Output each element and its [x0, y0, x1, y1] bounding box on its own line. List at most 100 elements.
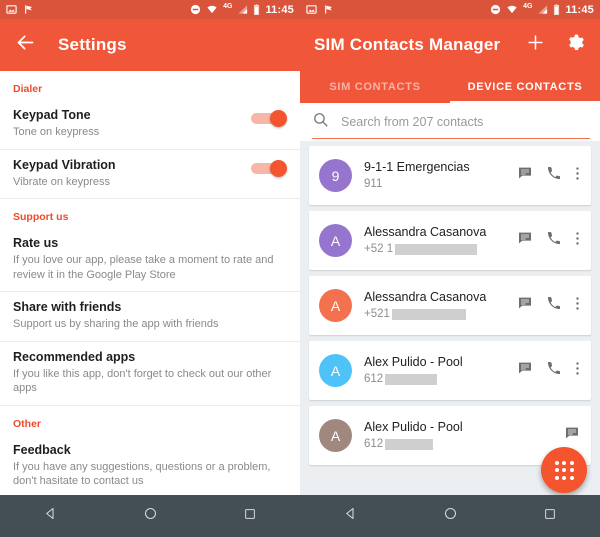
- avatar: A: [319, 419, 352, 452]
- back-button[interactable]: [14, 34, 36, 56]
- image-notification-icon: [6, 4, 17, 15]
- search-input[interactable]: Search from 207 contacts: [341, 115, 483, 129]
- tab-sim-contacts[interactable]: SIM CONTACTS: [300, 71, 450, 103]
- setting-title: Keypad Tone: [13, 108, 91, 122]
- message-button[interactable]: [564, 425, 580, 446]
- status-bar-right: 4G 11:45: [300, 0, 600, 19]
- contact-row[interactable]: A Alessandra Casanova +521: [309, 276, 591, 335]
- call-button[interactable]: [546, 165, 562, 186]
- keypad-tone-toggle[interactable]: [251, 110, 287, 127]
- avatar-initial: A: [330, 362, 341, 379]
- circle-home-icon: [143, 506, 158, 526]
- avatar: A: [319, 224, 352, 257]
- call-button[interactable]: [546, 360, 562, 381]
- status-bar-notifications: [6, 4, 34, 15]
- overflow-button[interactable]: [575, 295, 580, 317]
- avatar-initial: A: [330, 427, 341, 444]
- setting-title: Rate us: [13, 236, 59, 250]
- overflow-icon: [575, 165, 580, 187]
- tab-device-contacts[interactable]: DEVICE CONTACTS: [450, 71, 600, 103]
- call-button[interactable]: [546, 230, 562, 251]
- nav-home-button[interactable]: [133, 499, 167, 533]
- contact-number: +52 1: [364, 243, 394, 255]
- nav-home-button[interactable]: [433, 499, 467, 533]
- toggle-thumb: [270, 110, 287, 127]
- setting-title: Keypad Vibration: [13, 157, 116, 172]
- contact-number-wrap: 911: [364, 177, 517, 192]
- dialpad-fab[interactable]: [541, 447, 587, 493]
- nav-back-button[interactable]: [333, 499, 367, 533]
- network-type-label: 4G: [223, 3, 233, 10]
- nav-back-button[interactable]: [33, 499, 67, 533]
- setting-row-keypad-vibration[interactable]: Keypad Vibration Vibrate on keypress: [0, 150, 300, 199]
- avatar: A: [319, 289, 352, 322]
- contact-name: Alex Pulido - Pool: [364, 420, 463, 434]
- contact-number-wrap: +52 1: [364, 242, 517, 257]
- contact-number: 911: [364, 178, 383, 190]
- contact-actions: [517, 165, 580, 187]
- search-bar[interactable]: Search from 207 contacts: [300, 103, 600, 141]
- gear-icon: [566, 33, 585, 57]
- contact-row[interactable]: A Alessandra Casanova +52 1: [309, 211, 591, 270]
- android-nav-bar-left: [0, 495, 300, 537]
- network-type-label: 4G: [523, 3, 533, 10]
- setting-row-keypad-tone[interactable]: Keypad Tone Tone on keypress: [0, 100, 300, 149]
- contact-number: +521: [364, 308, 390, 320]
- plus-icon: [526, 33, 545, 57]
- message-button[interactable]: [517, 230, 533, 251]
- setting-row-share-with-friends[interactable]: Share with friends Support us by sharing…: [0, 292, 300, 341]
- avatar: 9: [319, 159, 352, 192]
- flag-notification-icon: [24, 4, 34, 15]
- message-icon: [517, 230, 533, 251]
- status-bar-system-icons: 4G 11:45: [490, 3, 594, 16]
- nav-recents-button[interactable]: [533, 499, 567, 533]
- avatar-initial: 9: [331, 167, 340, 184]
- setting-row-feedback[interactable]: Feedback If you have any suggestions, qu…: [0, 435, 300, 498]
- contact-actions: [517, 295, 580, 317]
- setting-row-rate-us[interactable]: Rate us If you love our app, please take…: [0, 228, 300, 291]
- circle-home-icon: [443, 506, 458, 526]
- message-icon: [517, 295, 533, 316]
- wifi-icon: [506, 4, 518, 15]
- status-bar-clock: 11:45: [265, 3, 294, 16]
- setting-subtitle: If you like this app, don't forget to ch…: [13, 367, 272, 395]
- redacted-number-bar: [385, 439, 434, 450]
- section-header-dialer: Dialer: [13, 83, 43, 95]
- status-bar-clock: 11:45: [565, 3, 594, 16]
- overflow-icon: [575, 360, 580, 382]
- message-button[interactable]: [517, 360, 533, 381]
- message-button[interactable]: [517, 165, 533, 186]
- add-contact-button[interactable]: [524, 34, 546, 56]
- settings-button[interactable]: [564, 34, 586, 56]
- overflow-button[interactable]: [575, 230, 580, 252]
- setting-subtitle: Vibrate on keypress: [13, 175, 111, 188]
- message-button[interactable]: [517, 295, 533, 316]
- contact-name: Alex Pulido - Pool: [364, 355, 463, 369]
- triangle-back-icon: [43, 506, 58, 526]
- triangle-back-icon: [343, 506, 358, 526]
- signal-icon: [237, 4, 248, 15]
- nav-recents-button[interactable]: [233, 499, 267, 533]
- setting-subtitle: Tone on keypress: [13, 126, 100, 138]
- status-bar-left: 4G 11:45: [0, 0, 300, 19]
- contact-row[interactable]: 9 9-1-1 Emergencias 911: [309, 146, 591, 205]
- redacted-number-bar: [385, 374, 438, 385]
- overflow-button[interactable]: [575, 165, 580, 187]
- call-icon: [546, 230, 562, 251]
- overflow-button[interactable]: [575, 360, 580, 382]
- contact-row[interactable]: A Alex Pulido - Pool 612: [309, 341, 591, 400]
- arrow-left-icon: [15, 32, 36, 58]
- call-button[interactable]: [546, 295, 562, 316]
- battery-icon: [553, 4, 560, 15]
- message-icon: [517, 165, 533, 186]
- keypad-vibration-toggle[interactable]: [251, 159, 287, 177]
- page-title: Settings: [58, 35, 127, 54]
- setting-row-recommended-apps[interactable]: Recommended apps If you like this app, d…: [0, 342, 300, 405]
- app-title: SIM Contacts Manager: [314, 35, 501, 54]
- contacts-app-bar: SIM Contacts Manager SIM CONTACTS DEVICE…: [300, 19, 600, 103]
- settings-app-bar: Settings: [0, 19, 300, 71]
- contact-number: 612: [364, 373, 384, 385]
- redacted-number-bar: [391, 309, 466, 320]
- image-notification-icon: [306, 4, 317, 15]
- wifi-icon: [206, 4, 218, 15]
